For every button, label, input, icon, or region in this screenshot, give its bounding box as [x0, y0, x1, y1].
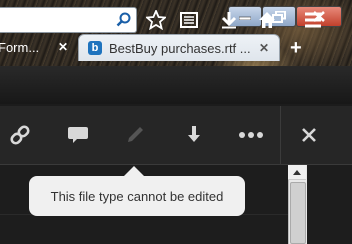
- download-icon: [188, 126, 200, 142]
- bookmark-star-button[interactable]: [145, 9, 167, 31]
- comment-button[interactable]: [63, 122, 93, 148]
- tab-close-icon[interactable]: ✕: [58, 40, 68, 54]
- tab-label: Form...: [0, 39, 40, 55]
- reading-list-icon: [180, 12, 198, 28]
- close-preview-button[interactable]: [294, 122, 324, 148]
- more-icon: [239, 132, 263, 138]
- tooltip-text: This file type cannot be edited: [50, 188, 224, 204]
- open-menu-button[interactable]: [302, 9, 324, 31]
- scroll-up-button[interactable]: [288, 165, 306, 180]
- download-file-button[interactable]: [179, 122, 209, 148]
- share-link-button[interactable]: [5, 122, 35, 148]
- star-icon: [146, 10, 166, 30]
- downloads-button[interactable]: [218, 9, 240, 31]
- navigation-bar: [0, 66, 352, 104]
- address-bar[interactable]: [0, 7, 137, 33]
- arrow-up-icon: [293, 169, 301, 175]
- tab-active[interactable]: b BestBuy purchases.rtf ... ✕: [78, 34, 280, 61]
- tab-inactive[interactable]: Form... ✕: [0, 34, 74, 60]
- menu-icon: [305, 12, 321, 28]
- file-favicon-icon: b: [88, 41, 102, 55]
- close-icon: [302, 128, 316, 142]
- edit-button[interactable]: [120, 122, 150, 148]
- more-options-button[interactable]: [236, 122, 266, 148]
- link-icon: [10, 125, 30, 145]
- home-button[interactable]: [256, 9, 278, 31]
- edit-pencil-icon: [128, 127, 143, 142]
- toolbar-divider: [280, 106, 281, 164]
- download-icon: [221, 12, 237, 29]
- minimize-icon: [239, 16, 251, 20]
- home-icon: [259, 12, 275, 28]
- scrollbar-thumb[interactable]: [290, 182, 306, 244]
- tab-label: BestBuy purchases.rtf ...: [109, 40, 251, 56]
- edit-disabled-tooltip: This file type cannot be edited: [29, 176, 245, 216]
- search-icon[interactable]: [116, 12, 131, 27]
- reading-list-button[interactable]: [178, 9, 200, 31]
- comment-icon: [68, 127, 88, 143]
- tooltip-arrow: [124, 166, 144, 176]
- new-tab-button[interactable]: +: [290, 37, 302, 60]
- tab-close-icon[interactable]: ✕: [259, 41, 269, 55]
